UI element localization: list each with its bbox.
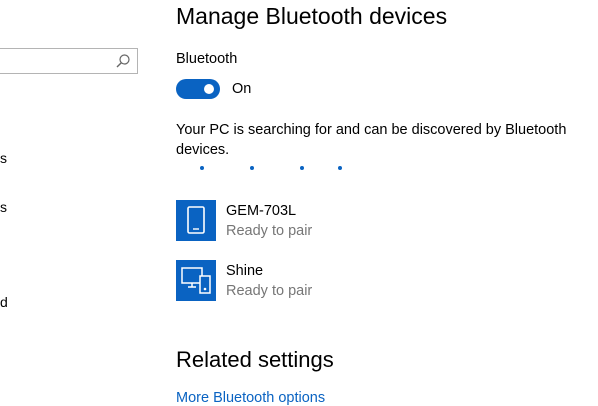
device-item-gem-703l[interactable]: GEM-703L Ready to pair — [176, 200, 576, 242]
sidebar-item-3[interactable]: d — [0, 294, 8, 310]
bluetooth-toggle[interactable] — [176, 79, 220, 99]
device-tile — [176, 260, 216, 301]
device-name: GEM-703L — [226, 203, 297, 219]
toggle-knob — [204, 84, 214, 94]
search-input[interactable] — [0, 48, 138, 74]
progress-dot — [338, 166, 342, 170]
progress-dot — [200, 166, 204, 170]
device-item-shine[interactable]: Shine Ready to pair — [176, 260, 576, 302]
more-bluetooth-options-link[interactable]: More Bluetooth options — [176, 390, 325, 406]
device-name: Shine — [226, 263, 264, 279]
progress-dot — [250, 166, 254, 170]
search-icon[interactable] — [115, 53, 131, 69]
device-status: Ready to pair — [226, 283, 313, 299]
device-status: Ready to pair — [226, 223, 313, 239]
progress-dot — [300, 166, 304, 170]
multiple-devices-icon — [181, 267, 211, 294]
toggle-state-label: On — [232, 81, 252, 97]
sidebar-item-1[interactable]: s — [0, 150, 7, 166]
bluetooth-label: Bluetooth — [176, 51, 238, 67]
related-settings-heading: Related settings — [176, 347, 334, 372]
searching-progress-indicator — [176, 164, 376, 172]
page-title: Manage Bluetooth devices — [176, 3, 448, 29]
sidebar: s s d — [0, 0, 150, 398]
phone-icon — [187, 206, 205, 234]
sidebar-item-2[interactable]: s — [0, 199, 7, 215]
main-content: Manage Bluetooth devices Bluetooth On Yo… — [176, 0, 598, 406]
device-tile — [176, 200, 216, 241]
discovery-status: Your PC is searching for and can be disc… — [176, 122, 567, 158]
